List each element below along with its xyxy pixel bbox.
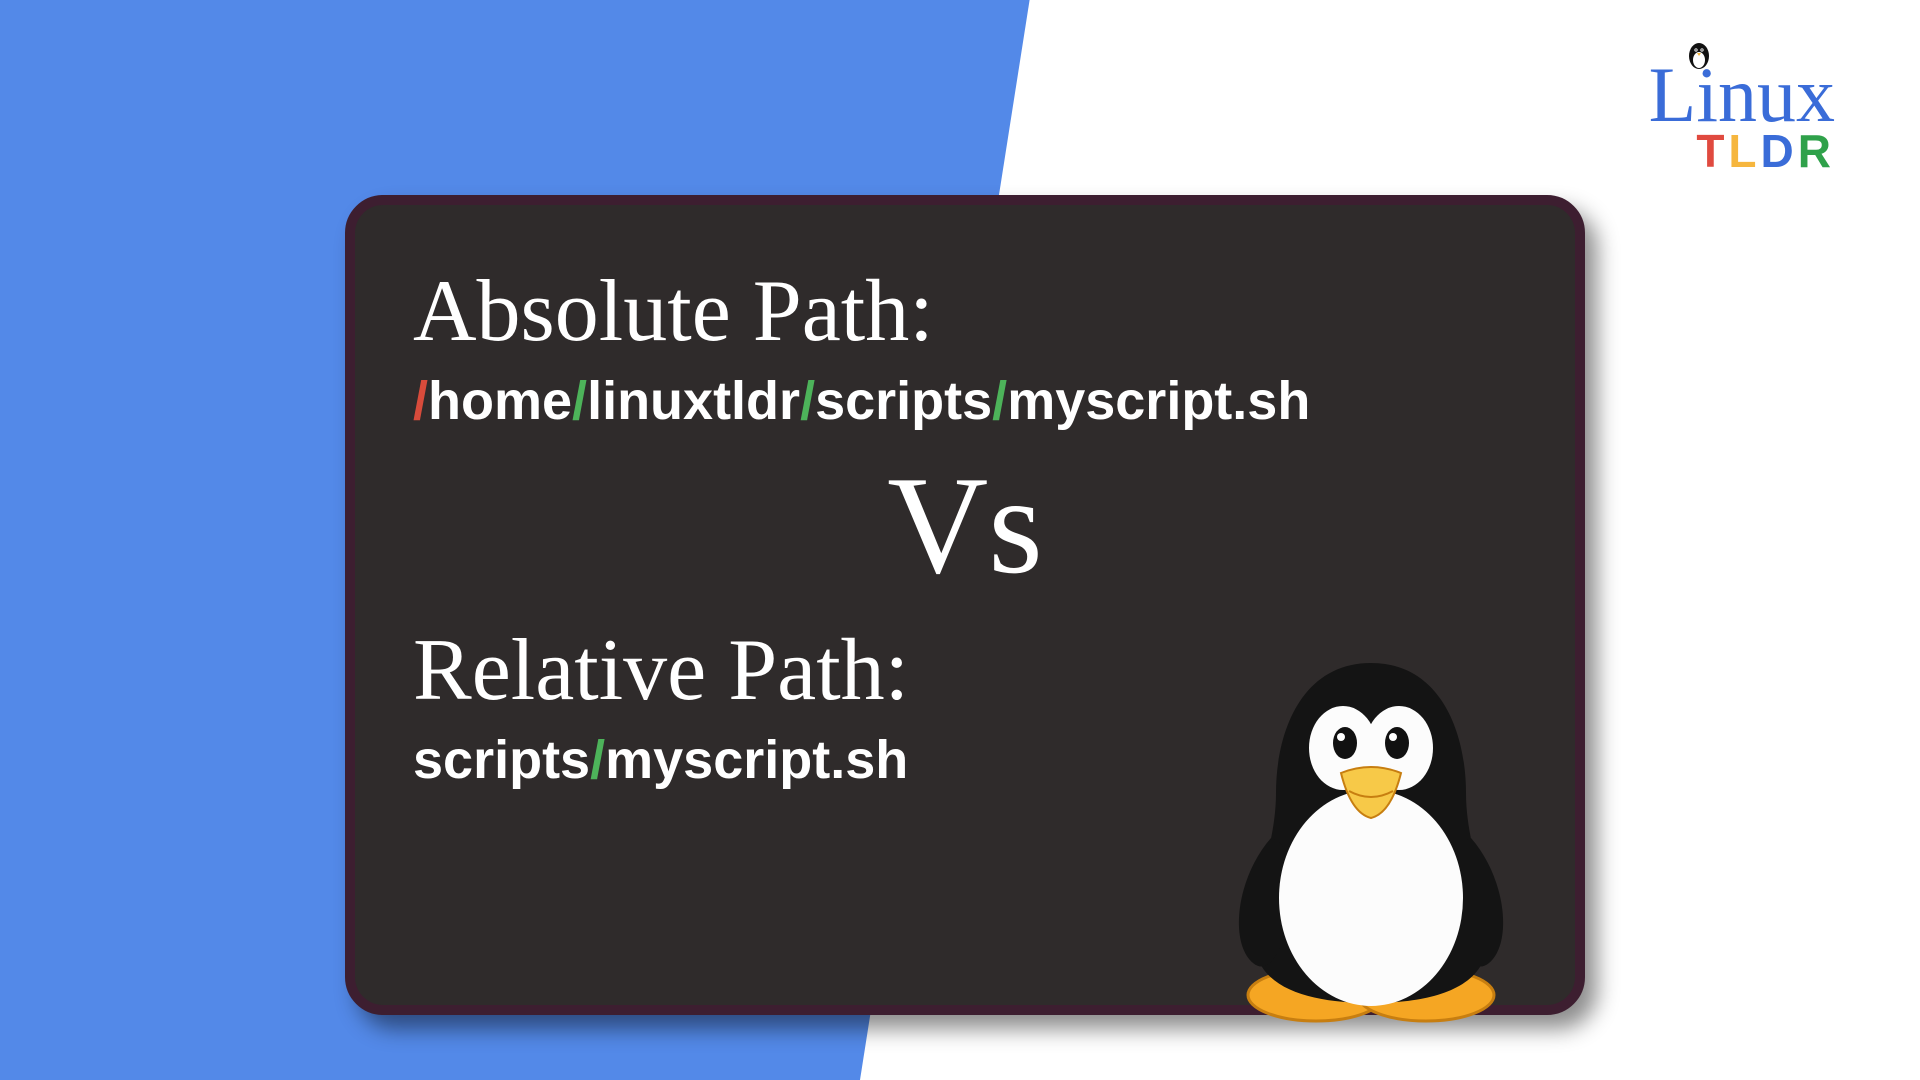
absolute-path-heading: Absolute Path: bbox=[413, 261, 1517, 362]
path-segment: myscript.sh bbox=[605, 730, 908, 790]
chalkboard-panel: Absolute Path: /home/linuxtldr/scripts/m… bbox=[345, 195, 1585, 1015]
path-segment: home bbox=[428, 371, 572, 431]
linux-tldr-logo: Linux TLDR bbox=[1649, 60, 1835, 178]
path-sep: / bbox=[992, 371, 1007, 431]
path-segment: scripts bbox=[815, 371, 992, 431]
vs-label: Vs bbox=[413, 456, 1517, 596]
path-segment: linuxtldr bbox=[587, 371, 800, 431]
path-sep: / bbox=[800, 371, 815, 431]
path-sep: / bbox=[572, 371, 587, 431]
absolute-path-value: /home/linuxtldr/scripts/myscript.sh bbox=[413, 370, 1517, 432]
logo-text-linux: Linux bbox=[1649, 60, 1835, 130]
tux-penguin-icon bbox=[1191, 643, 1551, 1023]
path-sep: / bbox=[590, 730, 605, 790]
path-segment: scripts bbox=[413, 730, 590, 790]
path-sep: / bbox=[413, 371, 428, 431]
path-segment: myscript.sh bbox=[1007, 371, 1310, 431]
